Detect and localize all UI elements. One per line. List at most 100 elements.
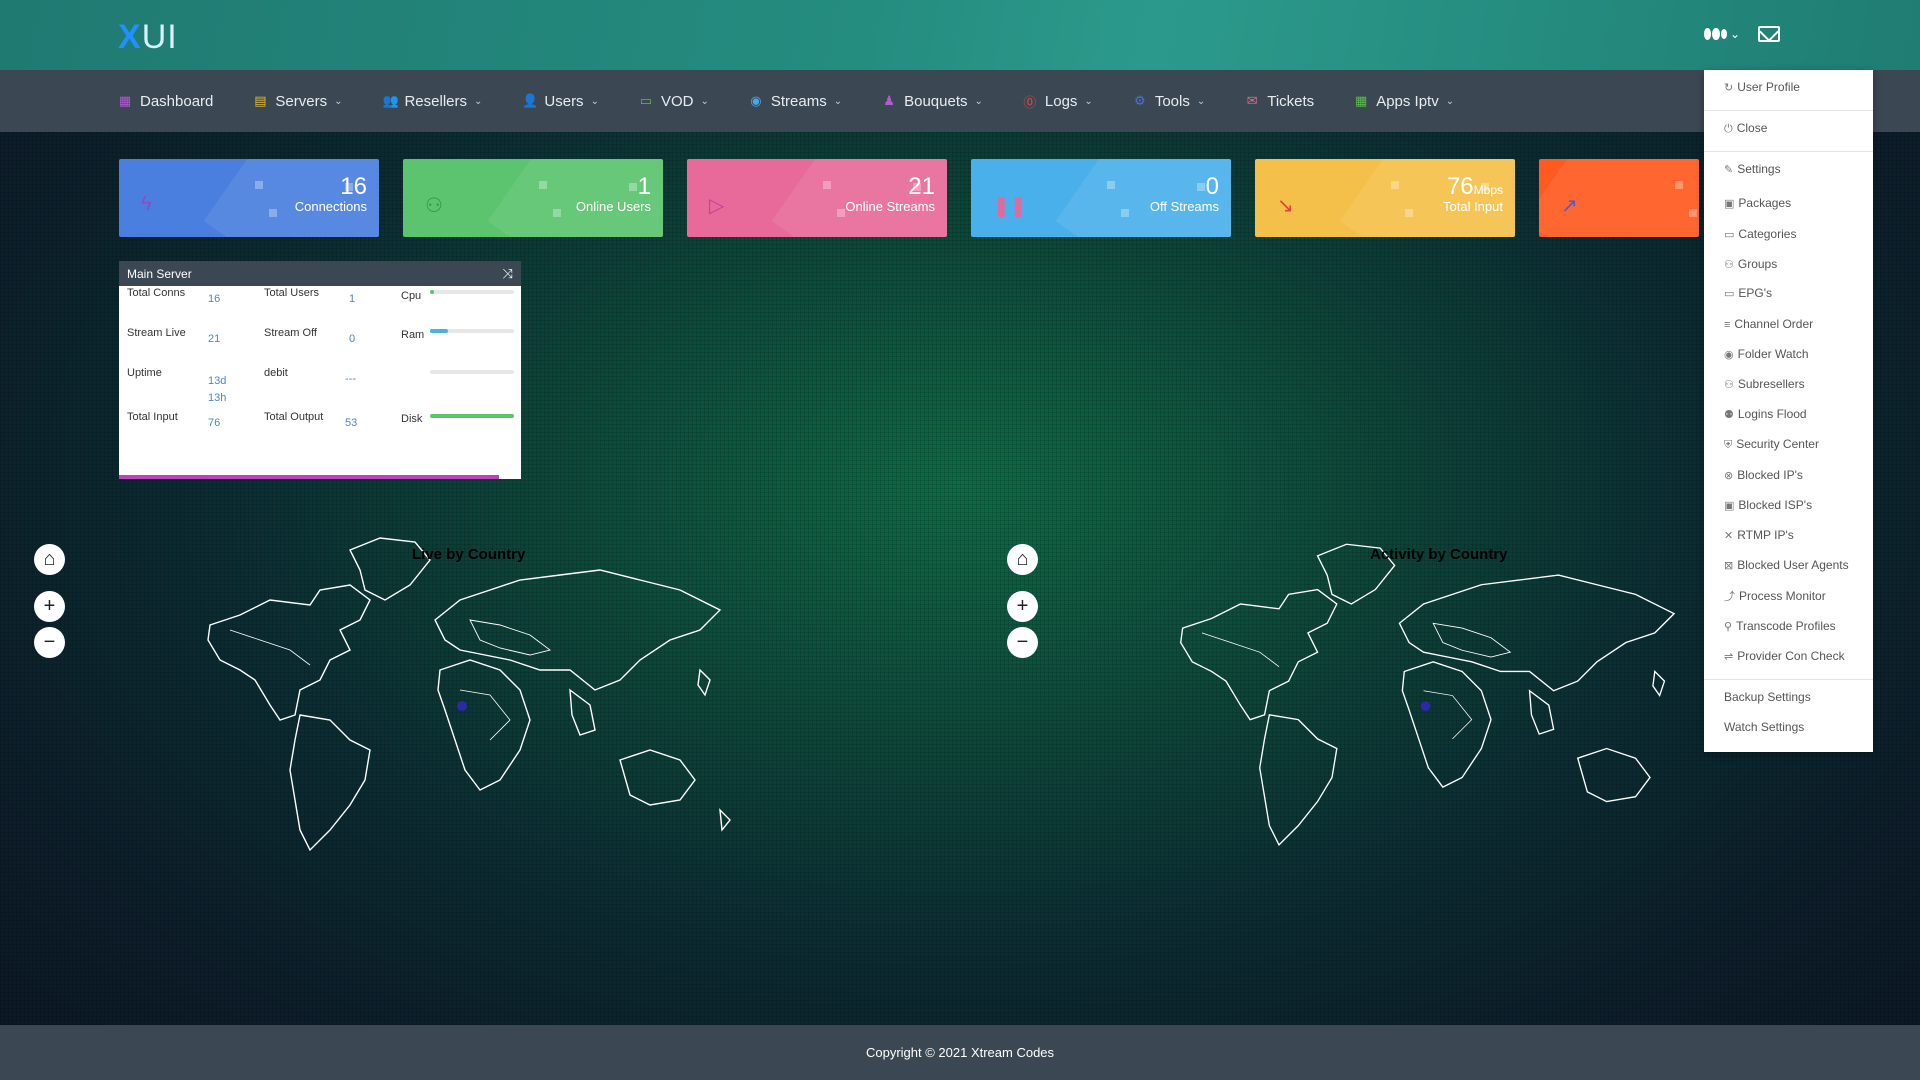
list-icon: ≡ xyxy=(1724,319,1731,331)
dropdown-item-packages[interactable]: ▣ Packages xyxy=(1724,196,1791,210)
nav-item-dashboard[interactable]: ▦ Dashboard xyxy=(118,93,214,110)
dropdown-item-label: Categories xyxy=(1738,227,1797,241)
dropdown-item-categories[interactable]: ▭ Categories xyxy=(1724,227,1796,241)
dropdown-item-backup-settings[interactable]: Backup Settings xyxy=(1724,690,1811,704)
dropdown-item-blocked-ip-s[interactable]: ⊗ Blocked IP's xyxy=(1724,468,1803,482)
stat-card[interactable]: ▷ 21 Online Streams xyxy=(687,159,947,237)
subresellers-icon: ⚇ xyxy=(1724,379,1734,391)
dropdown-item-label: Security Center xyxy=(1736,437,1819,451)
dropdown-item-label: User Profile xyxy=(1737,80,1800,94)
total-output-value: 53 xyxy=(345,417,358,429)
right-map-zoom-in-icon[interactable]: + xyxy=(1007,591,1038,622)
users-icon: ⚇ xyxy=(425,195,443,217)
nav-label: Users xyxy=(544,92,584,110)
stat-card[interactable]: ↘ 76Mbps Total Input xyxy=(1255,159,1515,237)
logo-x: X xyxy=(118,18,142,56)
nav-label: VOD xyxy=(660,92,694,110)
dropdown-divider xyxy=(1704,151,1873,152)
right-world-map[interactable] xyxy=(1173,530,1703,890)
alert-icon: ⓪ xyxy=(1023,94,1037,110)
dropdown-item-label: Blocked ISP's xyxy=(1738,498,1813,512)
agent-block-icon: ⊠ xyxy=(1724,560,1734,572)
total-users-label: Total Users xyxy=(264,287,320,299)
dropdown-item-provider-con-check[interactable]: ⇌ Provider Con Check xyxy=(1724,649,1845,663)
nav-item-servers[interactable]: ▤ Servers ⌄ xyxy=(253,93,342,110)
dropdown-item-subresellers[interactable]: ⚇ Subresellers xyxy=(1724,377,1805,391)
dropdown-item-rtmp-ip-s[interactable]: ✕ RTMP IP's xyxy=(1724,528,1794,542)
ram-bar xyxy=(430,329,514,333)
dropdown-item-label: Subresellers xyxy=(1737,377,1805,391)
nav-item-resellers[interactable]: 👥 Resellers ⌄ xyxy=(382,93,482,110)
dropdown-item-folder-watch[interactable]: ◉ Folder Watch xyxy=(1724,347,1809,361)
wrench-icon: ✎ xyxy=(1724,164,1734,176)
debit-value: --- xyxy=(345,373,356,385)
right-map-zoom-out-icon[interactable]: − xyxy=(1007,627,1038,658)
nav-item-bouquets[interactable]: ♟ Bouquets ⌄ xyxy=(882,93,983,110)
stream-live-value: 21 xyxy=(208,333,221,345)
logo-ui: UI xyxy=(141,18,178,56)
dropdown-item-process-monitor[interactable]: ⤴ Process Monitor xyxy=(1724,588,1826,604)
stream-live-label: Stream Live xyxy=(127,327,186,339)
chevron-down-icon: ⌄ xyxy=(700,95,709,107)
dropdown-item-user-profile[interactable]: ↻ User Profile xyxy=(1724,80,1800,94)
dropdown-item-logins-flood[interactable]: ⚉ Logins Flood xyxy=(1724,407,1807,421)
nav-item-tickets[interactable]: ✉ Tickets xyxy=(1245,93,1314,110)
dropdown-item-transcode-profiles[interactable]: ⚲ Transcode Profiles xyxy=(1724,619,1836,633)
stream-off-label: Stream Off xyxy=(264,327,317,339)
play-icon: ◉ xyxy=(750,93,762,108)
left-map-zoom-in-icon[interactable]: + xyxy=(34,591,65,622)
dropdown-divider xyxy=(1704,679,1873,680)
server-sparkline xyxy=(119,475,499,479)
pause-icon: ❚❚ xyxy=(993,195,1027,217)
left-map-zoom-out-icon[interactable]: − xyxy=(34,627,65,658)
nav-item-tools[interactable]: ⚙ Tools ⌄ xyxy=(1133,93,1205,110)
main-navbar: ▦ Dashboard ▤ Servers ⌄ 👥 Resellers ⌄ 👤 Users ⌄ ▭ VO… xyxy=(0,70,1920,132)
nav-item-apps-iptv[interactable]: ▦ Apps Iptv ⌄ xyxy=(1354,93,1454,110)
stat-card-value: 76Mbps xyxy=(1446,173,1503,200)
dropdown-item-security-center[interactable]: ⛨ Security Center xyxy=(1724,437,1819,452)
dropdown-item-close[interactable]: ⏻ Close xyxy=(1724,121,1767,136)
nav-item-vod[interactable]: ▭ VOD ⌄ xyxy=(639,93,709,110)
resellers-icon: 👥 xyxy=(382,93,399,108)
chevron-down-icon: ⌄ xyxy=(833,95,843,107)
left-map-home-icon[interactable]: ⌂ xyxy=(34,544,65,575)
footer: Copyright © 2021 Xtream Codes xyxy=(0,1025,1920,1080)
block-icon: ⊗ xyxy=(1724,470,1734,482)
power-icon: ⏻ xyxy=(1724,123,1733,135)
stat-card[interactable]: ⚇ 1 Online Users xyxy=(403,159,663,237)
dropdown-item-blocked-user-agents[interactable]: ⊠ Blocked User Agents xyxy=(1724,558,1849,572)
right-map-title: Activity by Country xyxy=(1370,546,1508,563)
stat-card-label: Connections xyxy=(294,199,367,214)
dropdown-item-channel-order[interactable]: ≡ Channel Order xyxy=(1724,317,1813,331)
nav-item-users[interactable]: 👤 Users ⌄ xyxy=(522,93,599,110)
right-map-home-icon[interactable]: ⌂ xyxy=(1007,544,1038,575)
extra-bar xyxy=(430,370,514,374)
dropdown-item-watch-settings[interactable]: Watch Settings xyxy=(1724,720,1804,734)
eye-icon: ◉ xyxy=(1724,349,1734,361)
app-logo[interactable]: XUI xyxy=(118,18,178,57)
exchange-icon: ⇌ xyxy=(1724,651,1734,663)
shield-icon: ⛨ xyxy=(1724,439,1733,451)
grid-icon: ▦ xyxy=(118,93,132,108)
nav-item-logs[interactable]: ⓪ Logs ⌄ xyxy=(1023,92,1092,111)
stream-off-value: 0 xyxy=(349,333,356,345)
stat-card[interactable]: ϟ 16 Connections xyxy=(119,159,379,237)
mail-icon[interactable] xyxy=(1758,26,1780,42)
user-menu-avatar-icon[interactable]: ⌄ xyxy=(1704,24,1740,44)
mail-icon: ✉ xyxy=(1246,93,1258,108)
nav-label: Apps Iptv xyxy=(1376,92,1439,110)
tools-icon: ⚙ xyxy=(1133,93,1146,108)
cpu-label: Cpu xyxy=(401,290,422,302)
stat-card[interactable]: ↗ xyxy=(1539,159,1699,237)
nav-item-streams[interactable]: ◉ Streams ⌄ xyxy=(749,93,842,110)
nav-label: Tickets xyxy=(1267,92,1315,110)
dropdown-item-epg-s[interactable]: ▭ EPG's xyxy=(1724,286,1772,300)
stat-card-value: 21 xyxy=(908,173,935,200)
dropdown-item-groups[interactable]: ⚇ Groups xyxy=(1724,257,1777,271)
dropdown-item-settings[interactable]: ✎ Settings xyxy=(1724,162,1781,176)
left-world-map[interactable] xyxy=(200,530,750,890)
dropdown-item-blocked-isp-s[interactable]: ▣ Blocked ISP's xyxy=(1724,498,1812,512)
nav-label: Streams xyxy=(770,92,827,110)
stat-card[interactable]: ❚❚ 0 Off Streams xyxy=(971,159,1231,237)
isp-icon: ▣ xyxy=(1724,500,1735,512)
